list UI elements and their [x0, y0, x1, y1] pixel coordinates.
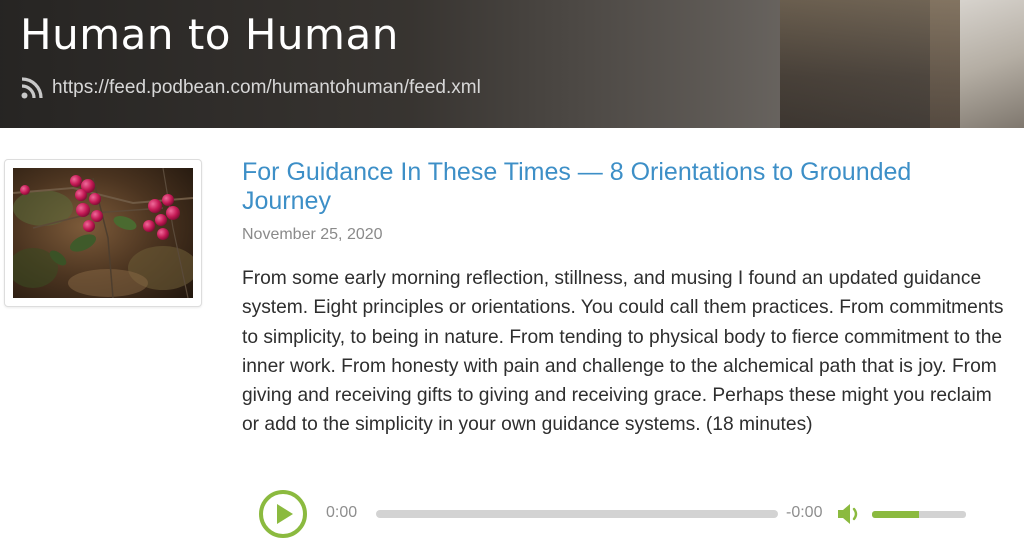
remaining-time: -0:00 — [786, 504, 823, 521]
header-background-frame — [930, 0, 960, 128]
current-time: 0:00 — [326, 504, 358, 521]
berries-photo — [13, 168, 193, 298]
episode-date: November 25, 2020 — [242, 226, 383, 243]
episode-thumbnail-card[interactable] — [4, 159, 202, 307]
rss-icon — [21, 77, 43, 99]
volume-slider-fill — [872, 511, 919, 518]
progress-bar[interactable] — [376, 510, 778, 518]
audio-player: 0:00 -0:00 — [256, 488, 976, 540]
speaker-icon[interactable] — [836, 502, 862, 526]
header-background-cloth — [960, 0, 1024, 128]
podcast-title: Human to Human — [20, 10, 399, 59]
feed-url[interactable]: https://feed.podbean.com/humantohuman/fe… — [52, 77, 481, 99]
play-icon[interactable] — [258, 489, 308, 539]
feed-link[interactable]: https://feed.podbean.com/humantohuman/fe… — [20, 76, 481, 100]
volume-slider[interactable] — [872, 511, 966, 518]
episode-title-link[interactable]: For Guidance In These Times — 8 Orientat… — [242, 158, 1002, 216]
episode-item: For Guidance In These Times — 8 Orientat… — [0, 128, 1024, 559]
podcast-header: Human to Human https://feed.podbean.com/… — [0, 0, 1024, 128]
episode-description: From some early morning reflection, stil… — [242, 268, 1004, 436]
